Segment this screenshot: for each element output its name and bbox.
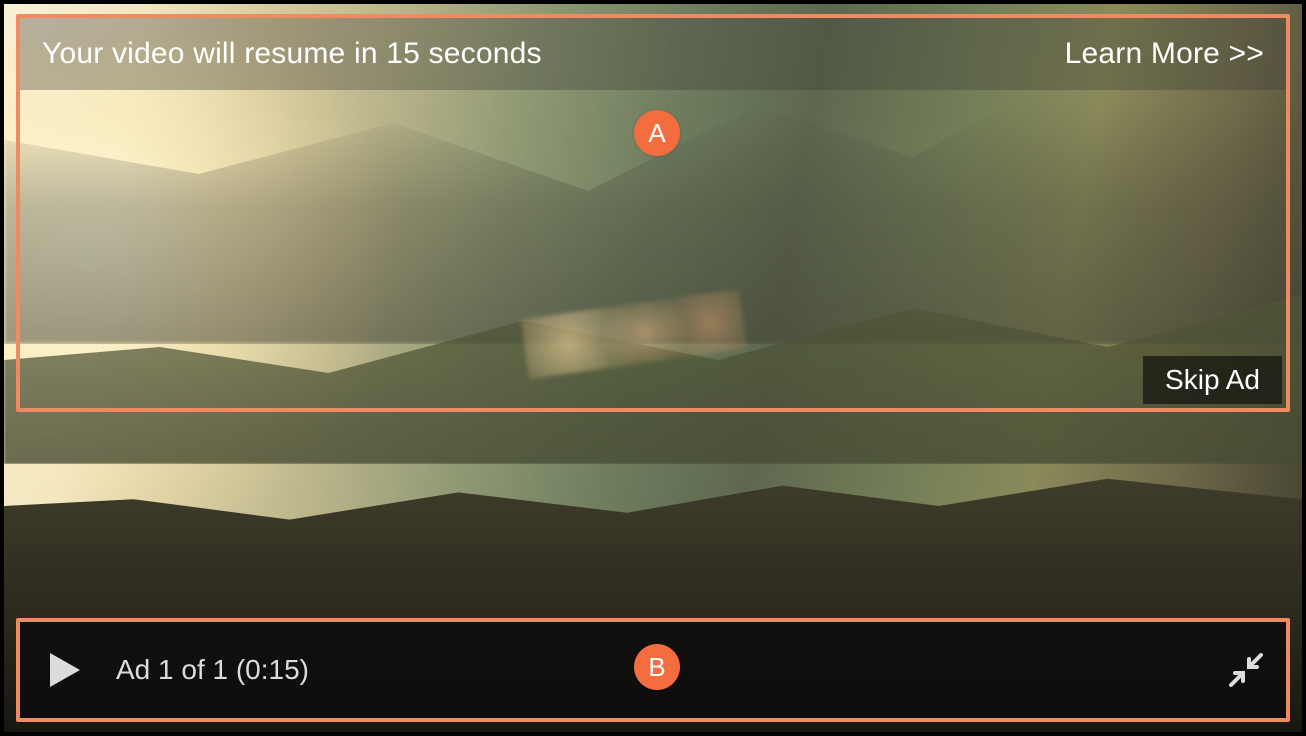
player-control-bar: Ad 1 of 1 (0:15): [20, 622, 1286, 718]
exit-fullscreen-button[interactable]: [1206, 622, 1286, 718]
skip-ad-label: Skip Ad: [1165, 364, 1260, 396]
resume-countdown-text: Your video will resume in 15 seconds: [42, 37, 542, 71]
ad-progress-label: Ad 1 of 1 (0:15): [116, 654, 309, 686]
play-button[interactable]: [20, 622, 110, 718]
exit-fullscreen-icon: [1229, 653, 1263, 687]
skip-ad-button[interactable]: Skip Ad: [1143, 356, 1282, 404]
video-player: Your video will resume in 15 seconds Lea…: [0, 0, 1306, 736]
ad-notice-bar: Your video will resume in 15 seconds Lea…: [20, 18, 1286, 90]
learn-more-link[interactable]: Learn More >>: [1065, 37, 1264, 71]
play-icon: [48, 651, 82, 689]
